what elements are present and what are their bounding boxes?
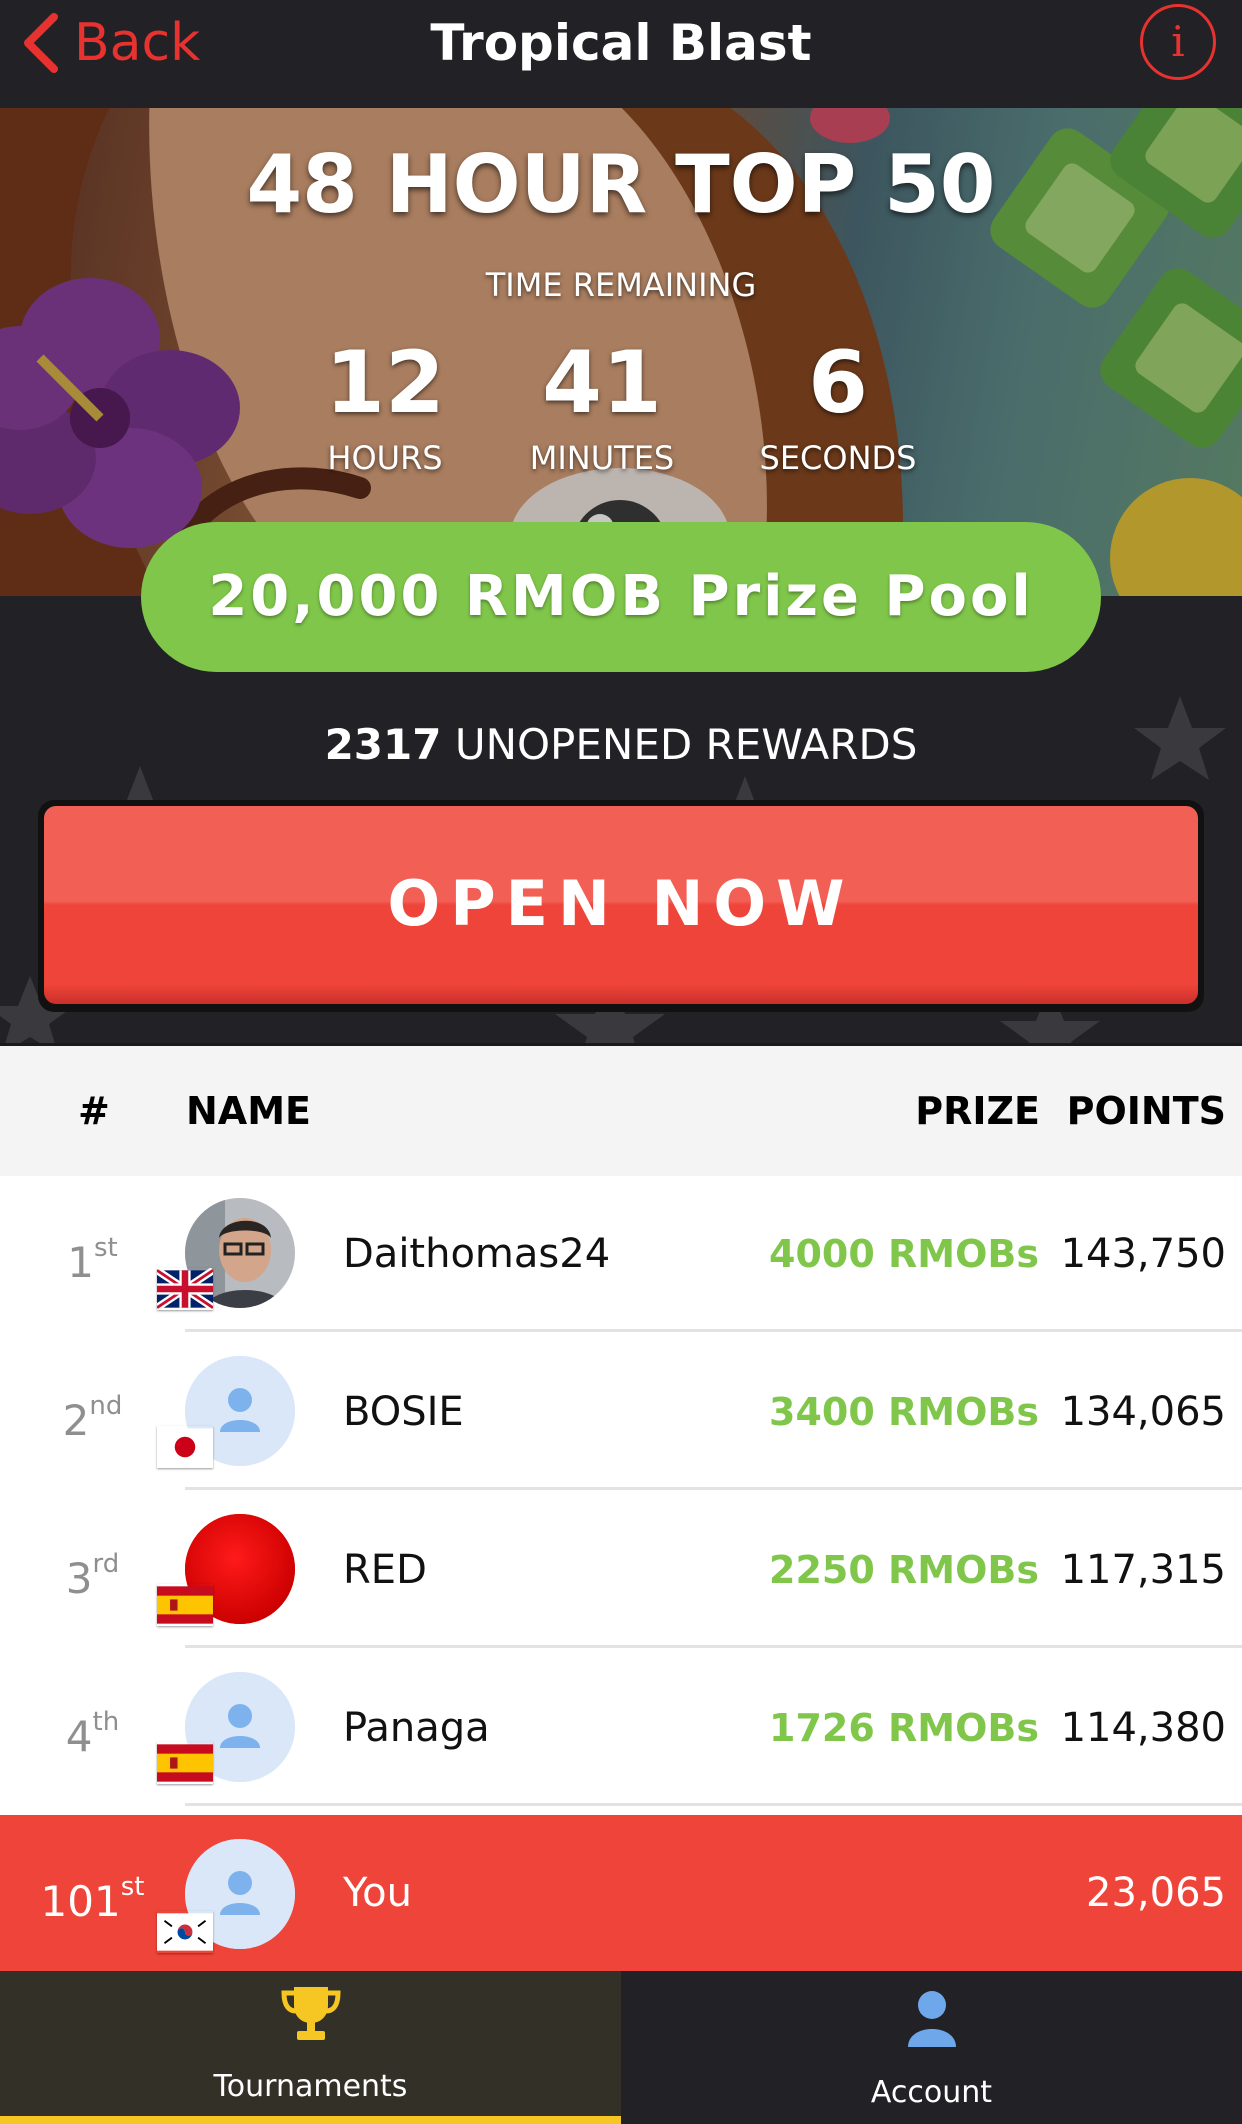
player-name: RED: [343, 1547, 427, 1593]
event-title: 48 HOUR TOP 50: [246, 138, 996, 231]
prize-pool-badge: 20,000 RMOB Prize Pool: [141, 522, 1101, 672]
leaderboard-row[interactable]: 3rd RED 2250 RMOBs 117,315: [0, 1492, 1242, 1648]
time-remaining-label: TIME REMAINING: [485, 266, 757, 304]
south-korea-flag-icon: [157, 1911, 213, 1953]
rank-suffix: rd: [92, 1549, 120, 1579]
rank-number: 2: [62, 1396, 90, 1445]
rewards-count: 2317: [324, 720, 442, 769]
prize-amount: 1726 RMOBs: [769, 1706, 1039, 1750]
row-divider: [185, 1645, 1242, 1648]
top-nav-bar: Back Tropical Blast i: [0, 0, 1242, 108]
rank-number: 3: [65, 1554, 93, 1603]
tournament-hero: 48 HOUR TOP 50 TIME REMAINING 12 HOURS 4…: [0, 108, 1242, 1043]
countdown-seconds: 6 SECONDS: [738, 328, 938, 478]
rank-column-header: #: [78, 1089, 110, 1133]
open-now-button[interactable]: OPEN NOW: [38, 800, 1204, 1012]
japan-flag-icon: [157, 1426, 213, 1468]
minutes-label: MINUTES: [529, 439, 675, 477]
points-value: 134,065: [1060, 1389, 1226, 1435]
tab-label: Tournaments: [213, 2069, 408, 2104]
bottom-tab-bar: Tournaments Account: [0, 1971, 1242, 2124]
leaderboard-header: # NAME PRIZE POINTS: [0, 1043, 1242, 1179]
person-icon: [907, 1991, 956, 2047]
seconds-value: 6: [808, 333, 868, 433]
countdown-timer: 12 HOURS 41 MINUTES 6 SECONDS: [0, 328, 1242, 478]
row-divider: [185, 1487, 1242, 1490]
rank-number: 1: [67, 1238, 94, 1287]
points-value: 114,380: [1060, 1705, 1226, 1751]
player-name: BOSIE: [343, 1389, 464, 1435]
seconds-label: SECONDS: [759, 439, 917, 477]
points-value: 117,315: [1060, 1547, 1226, 1593]
spain-flag-icon: [157, 1742, 213, 1784]
leaderboard-row[interactable]: 1st Daithomas24 4000 RMOBs 143,750: [0, 1176, 1242, 1332]
countdown-minutes: 41 MINUTES: [502, 328, 702, 478]
unopened-rewards: 2317 UNOPENED REWARDS: [0, 720, 1242, 769]
minutes-value: 41: [542, 333, 662, 433]
leaderboard-row[interactable]: 2nd BOSIE 3400 RMOBs 134,065: [0, 1334, 1242, 1490]
hours-label: HOURS: [327, 439, 443, 477]
info-icon[interactable]: i: [1140, 4, 1216, 80]
tab-tournaments[interactable]: Tournaments: [0, 1971, 621, 2124]
countdown-hours: 12 HOURS: [285, 328, 485, 478]
name-column-header: NAME: [186, 1089, 311, 1133]
current-user-row[interactable]: 101st You 23,065: [0, 1815, 1242, 1971]
prize-amount: 2250 RMOBs: [769, 1548, 1039, 1592]
open-now-label: OPEN NOW: [44, 806, 1198, 1004]
rank-suffix: st: [93, 1233, 118, 1263]
tab-account[interactable]: Account: [621, 1971, 1242, 2124]
player-name: You: [343, 1870, 412, 1916]
hours-value: 12: [325, 333, 445, 433]
rank-suffix: nd: [89, 1391, 123, 1421]
points-value: 143,750: [1060, 1231, 1226, 1277]
spain-flag-icon: [157, 1584, 213, 1626]
row-divider: [185, 1329, 1242, 1332]
page-title: Tropical Blast: [430, 14, 812, 72]
points-value: 23,065: [1086, 1870, 1226, 1916]
rewards-label: UNOPENED REWARDS: [454, 720, 918, 769]
prize-amount: 3400 RMOBs: [769, 1390, 1039, 1434]
prize-column-header: PRIZE: [915, 1089, 1040, 1133]
rank-suffix: th: [92, 1707, 120, 1737]
player-name: Daithomas24: [343, 1231, 611, 1277]
uk-flag-icon: [157, 1268, 213, 1310]
trophy-icon: [280, 1987, 341, 2040]
prize-amount: 4000 RMOBs: [769, 1232, 1039, 1276]
player-name: Panaga: [343, 1705, 490, 1751]
tab-label: Account: [870, 2075, 993, 2110]
leaderboard-row[interactable]: 4th Panaga 1726 RMOBs 114,380: [0, 1650, 1242, 1806]
rank-suffix: st: [120, 1872, 145, 1902]
rank-number: 101: [40, 1877, 121, 1926]
rank-number: 4: [65, 1712, 93, 1761]
row-divider: [185, 1803, 1242, 1806]
points-column-header: POINTS: [1066, 1089, 1226, 1133]
